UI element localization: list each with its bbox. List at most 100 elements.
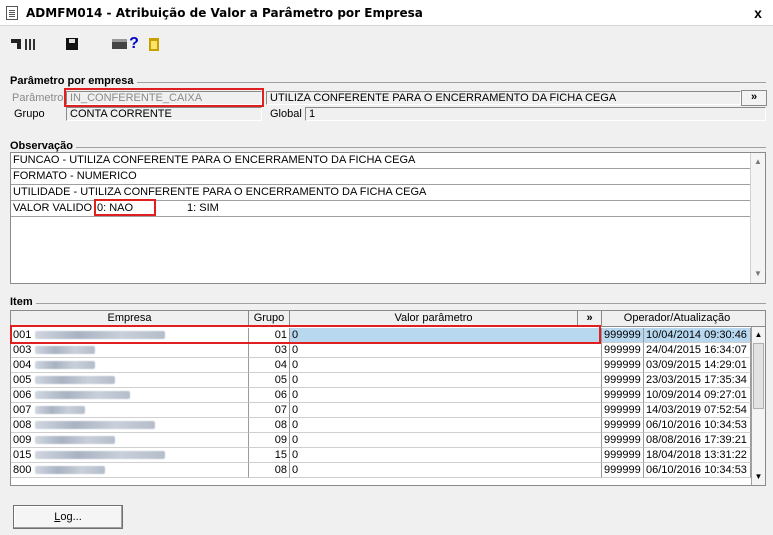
grid-scrollbar[interactable]: ▲ ▼ <box>751 327 765 485</box>
cell-atualizacao[interactable]: 08/08/2016 17:39:21 <box>644 433 751 448</box>
redacted-name <box>35 346 96 355</box>
scroll-up-icon[interactable]: ▲ <box>751 155 765 169</box>
document-icon <box>6 5 18 20</box>
cell-valor[interactable]: 0 <box>290 343 602 358</box>
cell-grupo[interactable]: 09 <box>249 433 290 448</box>
scroll-down-icon[interactable]: ▼ <box>751 267 765 281</box>
cell-operador[interactable]: 999999 <box>602 358 644 373</box>
cell-grupo[interactable]: 03 <box>249 343 290 358</box>
cell-atualizacao[interactable]: 24/04/2015 16:34:07 <box>644 343 751 358</box>
table-row[interactable]: 015 15 0 999999 18/04/2018 13:31:22 <box>11 448 751 463</box>
observacao-scrollbar[interactable]: ▲ ▼ <box>750 153 765 283</box>
table-row[interactable]: 006 06 0 999999 10/09/2014 09:27:01 <box>11 388 751 403</box>
cell-atualizacao[interactable]: 18/04/2018 13:31:22 <box>644 448 751 463</box>
parametro-label: Parâmetro <box>12 92 64 104</box>
printer-icon[interactable] <box>111 36 127 52</box>
cell-empresa[interactable]: 015 <box>11 448 249 463</box>
cell-valor[interactable]: 0 <box>290 388 602 403</box>
parametro-description-field: UTILIZA CONFERENTE PARA O ENCERRAMENTO D… <box>266 91 741 105</box>
cell-atualizacao[interactable]: 10/04/2014 09:30:46 <box>644 328 751 343</box>
grupo-field: CONTA CORRENTE <box>66 107 262 121</box>
cell-grupo[interactable]: 08 <box>249 418 290 433</box>
cell-operador[interactable]: 999999 <box>602 388 644 403</box>
navigate-icon[interactable] <box>10 36 22 52</box>
cell-grupo[interactable]: 06 <box>249 388 290 403</box>
cell-operador[interactable]: 999999 <box>602 448 644 463</box>
empresa-code: 004 <box>13 359 32 371</box>
valor-nao-highlight <box>94 199 156 216</box>
cell-atualizacao[interactable]: 06/10/2016 10:34:53 <box>644 418 751 433</box>
grupo-label: Grupo <box>14 108 45 120</box>
empresa-code: 800 <box>13 464 32 476</box>
empresa-code: 006 <box>13 389 32 401</box>
cell-empresa[interactable]: 008 <box>11 418 249 433</box>
help-icon[interactable]: ? <box>128 35 140 52</box>
redacted-name <box>35 451 166 460</box>
column-header-operador[interactable]: Operador/Atualização <box>602 311 752 326</box>
log-button[interactable]: Log... <box>13 505 123 529</box>
window-title: ADMFM014 - Atribuição de Valor a Parâmet… <box>26 5 423 20</box>
cell-operador[interactable]: 999999 <box>602 463 644 478</box>
empresa-code: 009 <box>13 434 32 446</box>
redacted-name <box>35 436 116 445</box>
cell-grupo[interactable]: 15 <box>249 448 290 463</box>
parametro-more-button[interactable]: » <box>741 90 767 106</box>
empresa-code: 007 <box>13 404 32 416</box>
cell-grupo[interactable]: 04 <box>249 358 290 373</box>
grid-navigate-icon[interactable] <box>24 36 38 52</box>
group-title-observacao: Observação <box>10 140 76 152</box>
cell-atualizacao[interactable]: 14/03/2019 07:52:54 <box>644 403 751 418</box>
column-header-grupo[interactable]: Grupo <box>249 311 290 326</box>
cell-valor[interactable]: 0 <box>290 403 602 418</box>
column-header-empresa[interactable]: Empresa <box>11 311 249 326</box>
cell-atualizacao[interactable]: 03/09/2015 14:29:01 <box>644 358 751 373</box>
cell-operador[interactable]: 999999 <box>602 403 644 418</box>
cell-valor[interactable]: 0 <box>290 463 602 478</box>
cell-valor[interactable]: 0 <box>290 448 602 463</box>
cell-empresa[interactable]: 005 <box>11 373 249 388</box>
cell-valor[interactable]: 0 <box>290 373 602 388</box>
table-row[interactable]: 008 08 0 999999 06/10/2016 10:34:53 <box>11 418 751 433</box>
cell-operador[interactable]: 999999 <box>602 418 644 433</box>
table-row[interactable]: 009 09 0 999999 08/08/2016 17:39:21 <box>11 433 751 448</box>
cell-operador[interactable]: 999999 <box>602 328 644 343</box>
cell-valor[interactable]: 0 <box>290 433 602 448</box>
cell-empresa[interactable]: 007 <box>11 403 249 418</box>
redacted-name <box>35 406 86 415</box>
empresa-code: 008 <box>13 419 32 431</box>
cell-atualizacao[interactable]: 23/03/2015 17:35:34 <box>644 373 751 388</box>
cell-operador[interactable]: 999999 <box>602 433 644 448</box>
table-row[interactable]: 004 04 0 999999 03/09/2015 14:29:01 <box>11 358 751 373</box>
valor-valido-label: VALOR VALIDO <box>13 202 93 214</box>
redacted-name <box>35 376 116 385</box>
save-icon[interactable] <box>65 36 79 52</box>
empresa-code: 003 <box>13 344 32 356</box>
exit-door-icon[interactable] <box>148 36 160 52</box>
observacao-area[interactable]: FUNCAO - UTILIZA CONFERENTE PARA O ENCER… <box>10 152 766 284</box>
cell-empresa[interactable]: 003 <box>11 343 249 358</box>
scrollbar-thumb[interactable] <box>753 343 764 409</box>
group-title-item: Item <box>10 296 36 308</box>
scroll-down-icon[interactable]: ▼ <box>752 470 765 484</box>
scroll-up-icon[interactable]: ▲ <box>752 328 765 342</box>
cell-operador[interactable]: 999999 <box>602 343 644 358</box>
cell-grupo[interactable]: 05 <box>249 373 290 388</box>
column-header-more-button[interactable]: » <box>578 311 602 326</box>
table-row[interactable]: 800 08 0 999999 06/10/2016 10:34:53 <box>11 463 751 478</box>
cell-operador[interactable]: 999999 <box>602 373 644 388</box>
cell-empresa[interactable]: 009 <box>11 433 249 448</box>
table-row[interactable]: 007 07 0 999999 14/03/2019 07:52:54 <box>11 403 751 418</box>
cell-valor[interactable]: 0 <box>290 358 602 373</box>
cell-empresa[interactable]: 004 <box>11 358 249 373</box>
cell-grupo[interactable]: 07 <box>249 403 290 418</box>
cell-empresa[interactable]: 006 <box>11 388 249 403</box>
cell-valor[interactable]: 0 <box>290 418 602 433</box>
column-header-valor[interactable]: Valor parâmetro <box>290 311 578 326</box>
cell-empresa[interactable]: 800 <box>11 463 249 478</box>
cell-grupo[interactable]: 08 <box>249 463 290 478</box>
cell-atualizacao[interactable]: 10/09/2014 09:27:01 <box>644 388 751 403</box>
close-button[interactable]: x <box>749 5 767 21</box>
table-row[interactable]: 005 05 0 999999 23/03/2015 17:35:34 <box>11 373 751 388</box>
cell-atualizacao[interactable]: 06/10/2016 10:34:53 <box>644 463 751 478</box>
table-row[interactable]: 003 03 0 999999 24/04/2015 16:34:07 <box>11 343 751 358</box>
